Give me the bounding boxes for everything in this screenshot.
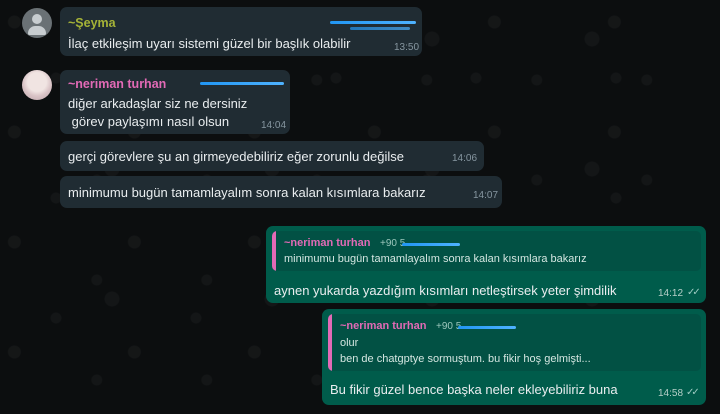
message-text: minimumu bugün tamamlayalım sonra kalan … (68, 185, 426, 200)
default-avatar-head (32, 14, 42, 24)
avatar[interactable] (22, 70, 52, 100)
message-bubble[interactable]: minimumu bugün tamamlayalım sonra kalan … (60, 176, 502, 208)
sender-name[interactable]: ~neriman turhan (68, 77, 166, 91)
message-time: 14:06 (452, 153, 478, 164)
redacted-phone (200, 82, 284, 85)
quoted-text: ben de chatgptye sormuştum. bu fikir hoş… (340, 353, 591, 365)
quoted-message[interactable]: ~neriman turhan +90 5 minimumu bugün tam… (272, 231, 701, 271)
message-time: 13:50 (394, 42, 420, 53)
quoted-sender-name: ~neriman turhan (284, 237, 371, 249)
message-time: 14:58 (658, 388, 684, 399)
message-time: 14:12 (658, 288, 684, 299)
quote-accent-bar (272, 231, 276, 271)
quoted-message[interactable]: ~neriman turhan +90 5 olur ben de chatgp… (328, 314, 701, 371)
sender-name[interactable]: ~Şeyma (68, 16, 116, 30)
double-check-icon: ✓✓ (686, 387, 700, 398)
redacted-phone (458, 326, 516, 329)
quoted-sender-name: ~neriman turhan (340, 320, 427, 332)
message-bubble[interactable]: ~Şeyma İlaç etkileşim uyarı sistemi güze… (60, 7, 422, 56)
message-text: diğer arkadaşlar siz ne dersiniz (68, 96, 248, 111)
message-time: 14:07 (473, 190, 499, 201)
redacted-phone (350, 27, 410, 30)
message-bubble[interactable]: ~neriman turhan +90 5 olur ben de chatgp… (322, 309, 706, 405)
double-check-icon: ✓✓ (687, 287, 701, 298)
quoted-text: minimumu bugün tamamlayalım sonra kalan … (284, 253, 587, 265)
message-text: İlaç etkileşim uyarı sistemi güzel bir b… (68, 36, 351, 51)
message-text: aynen yukarda yazdığım kısımları netleşt… (274, 283, 617, 298)
quoted-text: olur (340, 337, 359, 349)
message-text: Bu fikir güzel bence başka neler ekleyeb… (330, 382, 618, 397)
message-text: gerçi görevlere şu an girmeyedebiliriz e… (68, 149, 405, 164)
redacted-phone (402, 243, 460, 246)
message-text: görev paylaşımı nasıl olsun (68, 114, 230, 129)
message-bubble[interactable]: ~neriman turhan diğer arkadaşlar siz ne … (60, 70, 290, 134)
avatar[interactable] (22, 8, 52, 38)
redacted-phone (330, 21, 416, 24)
message-bubble[interactable]: gerçi görevlere şu an girmeyedebiliriz e… (60, 141, 484, 171)
message-time: 14:04 (261, 120, 287, 131)
message-bubble[interactable]: ~neriman turhan +90 5 minimumu bugün tam… (266, 226, 706, 303)
quote-accent-bar (328, 314, 332, 371)
default-avatar-body (28, 26, 46, 35)
